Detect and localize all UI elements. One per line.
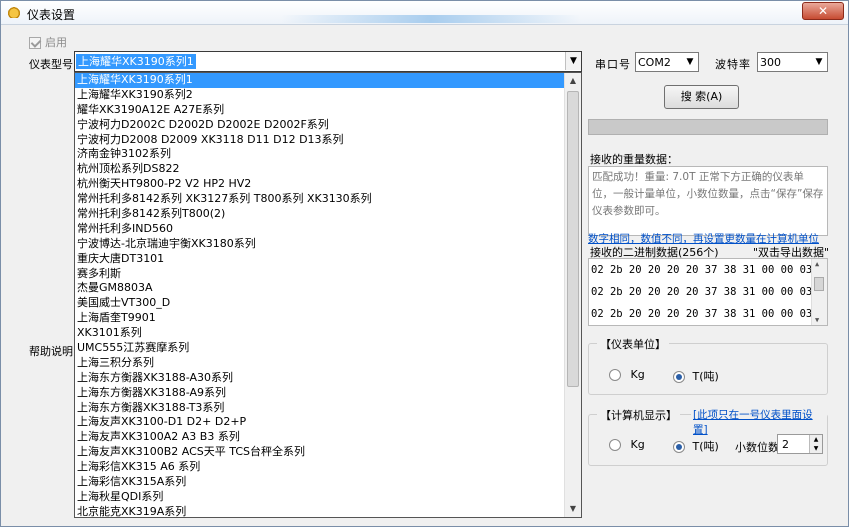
meter-type-selected-value: 上海耀华XK3190系列1 xyxy=(76,54,196,69)
recv-weight-hint: 匹配成功！重量: 7.0T 正常下方正确的仪表单位，一般计量单位，小数位数量，点… xyxy=(592,171,824,217)
binary-line: 02 2b 20 20 20 20 37 38 31 00 00 03 xyxy=(591,286,813,298)
pc-display-kg-label: Kg xyxy=(630,438,645,451)
recv-binary-textbox[interactable]: 02 2b 20 20 20 20 37 38 31 00 00 03 02 2… xyxy=(588,258,828,326)
decimal-places-label: 小数位数 xyxy=(735,441,779,454)
checkbox-check-icon xyxy=(29,37,41,49)
search-progress-bar xyxy=(588,119,828,135)
serial-port-label: 串口号 xyxy=(595,58,631,71)
dropdown-option[interactable]: 重庆大唐DT3101 xyxy=(75,252,581,267)
pc-display-note-link[interactable]: [此项只在一号仪表里面设置] xyxy=(691,407,827,437)
dropdown-option[interactable]: XK3101系列 xyxy=(75,326,581,341)
radio-selected-icon xyxy=(673,371,685,383)
serial-port-select[interactable]: COM2 ▼ xyxy=(635,52,699,72)
meter-unit-title: 【仪表单位】 xyxy=(597,336,669,352)
dropdown-option[interactable]: 宁波柯力D2008 D2009 XK3118 D11 D12 D13系列 xyxy=(75,133,581,148)
dropdown-option[interactable]: 上海友声XK3100B2 ACS天平 TCS台秤全系列 xyxy=(75,445,581,460)
meter-unit-t-radio[interactable]: T(吨) xyxy=(673,368,719,384)
chevron-down-icon[interactable]: ▼ xyxy=(565,52,581,70)
dropdown-option[interactable]: 上海友声XK3100-D1 D2+ D2+P xyxy=(75,415,581,430)
dropdown-option[interactable]: 上海彩信XK315A系列 xyxy=(75,475,581,490)
window-title: 仪表设置 xyxy=(27,8,76,22)
meter-unit-kg-label: Kg xyxy=(630,368,645,381)
settings-window: 仪表设置 ✕ 启用 仪表型号 上海耀华XK3190系列1 ▼ 帮助说明 串口号 … xyxy=(0,0,849,527)
meter-type-label: 仪表型号 xyxy=(29,58,73,71)
binary-scrollbar[interactable]: ▲ ▼ xyxy=(811,259,827,325)
chevron-down-icon[interactable]: ▼ xyxy=(682,53,698,71)
radio-icon xyxy=(609,439,621,451)
dropdown-option[interactable]: 上海友声XK3100A2 A3 B3 系列 xyxy=(75,430,581,445)
close-button[interactable]: ✕ xyxy=(802,2,844,20)
scroll-up-icon[interactable]: ▲ xyxy=(815,260,819,268)
serial-port-value: COM2 xyxy=(638,56,671,69)
dropdown-option[interactable]: 杭州衡天HT9800-P2 V2 HP2 HV2 xyxy=(75,177,581,192)
meter-type-select[interactable]: 上海耀华XK3190系列1 ▼ xyxy=(74,51,582,72)
dropdown-option[interactable]: 北京能克XK319A系列 xyxy=(75,505,581,517)
radio-icon xyxy=(609,369,621,381)
stepper-up-icon[interactable]: ▲ xyxy=(809,435,822,444)
dropdown-option[interactable]: 上海耀华XK3190系列1 xyxy=(75,73,581,88)
dropdown-option[interactable]: 上海耀华XK3190系列2 xyxy=(75,88,581,103)
decimal-places-value: 2 xyxy=(782,438,789,451)
dropdown-option[interactable]: 宁波博达-北京瑞迪宇衡XK3180系列 xyxy=(75,237,581,252)
baud-rate-value: 300 xyxy=(760,56,781,69)
dropdown-option[interactable]: 上海彩信XK315 A6 系列 xyxy=(75,460,581,475)
dropdown-option[interactable]: UMC555江苏赛摩系列 xyxy=(75,341,581,356)
search-button[interactable]: 搜 索(A) xyxy=(664,85,739,109)
meter-unit-kg-radio[interactable]: Kg xyxy=(609,368,645,381)
pc-display-t-label: T(吨) xyxy=(692,440,719,453)
baud-rate-label: 波特率 xyxy=(715,58,751,71)
scroll-thumb[interactable] xyxy=(814,277,824,291)
pc-display-kg-radio[interactable]: Kg xyxy=(609,438,645,451)
dropdown-scrollbar[interactable]: ▲ ▼ xyxy=(564,73,581,517)
meter-unit-t-label: T(吨) xyxy=(692,370,719,383)
app-icon xyxy=(7,6,21,18)
meter-unit-group: 【仪表单位】 Kg T(吨) xyxy=(588,336,828,395)
chevron-down-icon[interactable]: ▼ xyxy=(811,53,827,71)
dropdown-option[interactable]: 上海东方衡器XK3188-A9系列 xyxy=(75,386,581,401)
help-label: 帮助说明 xyxy=(29,345,73,358)
dropdown-option[interactable]: 常州托利多8142系列 XK3127系列 T800系列 XK3130系列 xyxy=(75,192,581,207)
dropdown-option[interactable]: 常州托利多8142系列T800(2) xyxy=(75,207,581,222)
scroll-up-icon[interactable]: ▲ xyxy=(565,73,581,89)
dropdown-option[interactable]: 上海东方衡器XK3188-T3系列 xyxy=(75,401,581,416)
dropdown-option[interactable]: 杰曼GM8803A xyxy=(75,281,581,296)
scroll-down-icon[interactable]: ▼ xyxy=(565,501,581,517)
dropdown-option[interactable]: 上海三积分系列 xyxy=(75,356,581,371)
enable-label: 启用 xyxy=(45,36,67,49)
radio-selected-icon xyxy=(673,441,685,453)
recv-weight-textbox[interactable]: 匹配成功！重量: 7.0T 正常下方正确的仪表单位，一般计量单位，小数位数量，点… xyxy=(588,166,828,236)
dropdown-option[interactable]: 宁波柯力D2002C D2002D D2002E D2002F系列 xyxy=(75,118,581,133)
stepper-down-icon[interactable]: ▼ xyxy=(809,444,822,453)
recv-weight-label: 接收的重量数据： xyxy=(590,153,678,166)
binary-line: 02 2b 20 20 20 20 37 38 31 00 00 03 xyxy=(591,308,813,320)
dropdown-option[interactable]: 赛多利斯 xyxy=(75,267,581,282)
pc-display-title: 【计算机显示】 xyxy=(597,407,680,423)
scroll-thumb[interactable] xyxy=(567,91,579,387)
baud-rate-select[interactable]: 300 ▼ xyxy=(757,52,828,72)
scroll-down-icon[interactable]: ▼ xyxy=(815,316,819,324)
decimal-places-stepper[interactable]: 2 ▲ ▼ xyxy=(777,434,823,454)
dropdown-option[interactable]: 常州托利多IND560 xyxy=(75,222,581,237)
dropdown-option[interactable]: 上海盾奎T9901 xyxy=(75,311,581,326)
dropdown-option[interactable]: 上海秋星QDI系列 xyxy=(75,490,581,505)
pc-display-group: 【计算机显示】 [此项只在一号仪表里面设置] Kg T(吨) 小数位数 2 ▲ … xyxy=(588,407,828,466)
binary-line: 02 2b 20 20 20 20 37 38 31 00 00 03 xyxy=(591,264,813,276)
pc-display-t-radio[interactable]: T(吨) xyxy=(673,438,719,454)
dropdown-option[interactable]: 美国威士VT300_D xyxy=(75,296,581,311)
dropdown-option[interactable]: 上海东方衡器XK3188-A30系列 xyxy=(75,371,581,386)
enable-checkbox[interactable]: 启用 xyxy=(29,34,67,49)
dropdown-option[interactable]: 耀华XK3190A12E A27E系列 xyxy=(75,103,581,118)
dropdown-option[interactable]: 济南金钟3102系列 xyxy=(75,147,581,162)
title-bar: 仪表设置 ✕ xyxy=(1,1,848,25)
meter-type-dropdown-list[interactable]: 上海耀华XK3190系列1 上海耀华XK3190系列2 耀华XK3190A12E A… xyxy=(74,72,582,518)
dropdown-option[interactable]: 杭州顶松系列DS822 xyxy=(75,162,581,177)
